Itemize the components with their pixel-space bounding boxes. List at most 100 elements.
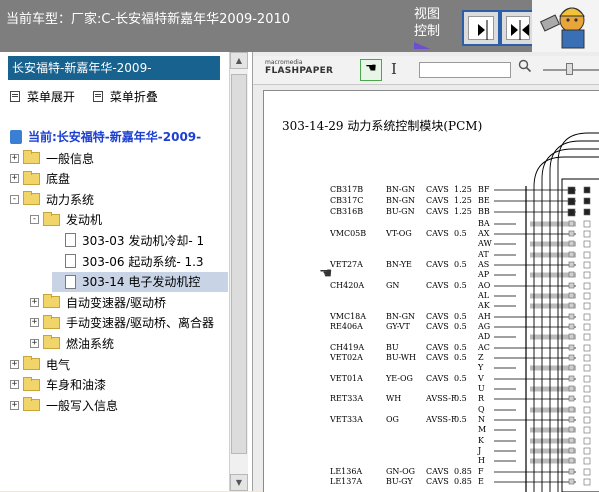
search-input[interactable] xyxy=(419,62,511,78)
connector-cavity xyxy=(568,457,575,464)
connector-cavity xyxy=(568,468,575,475)
tree-item[interactable]: + 自动变速器/驱动桥 xyxy=(30,292,228,312)
scroll-down-icon[interactable]: ▼ xyxy=(230,474,248,491)
connector-cavity xyxy=(568,313,575,320)
tree-item[interactable]: - 动力系统 xyxy=(10,189,228,209)
tree-root-label: 当前:长安福特-新嘉年华-2009- xyxy=(28,130,202,144)
connector-cavity xyxy=(583,426,591,434)
connector-cavity xyxy=(568,437,575,444)
connector-cavity xyxy=(568,230,575,237)
folder-icon xyxy=(43,335,60,350)
expand-toggle-icon[interactable]: + xyxy=(10,153,19,163)
expand-toggle-icon[interactable]: + xyxy=(10,400,19,410)
expand-toggle-icon[interactable]: + xyxy=(30,297,39,307)
connector-cavity xyxy=(583,416,591,424)
tree-item[interactable]: + 燃油系统 xyxy=(30,333,228,353)
expand-menu-button[interactable]: 菜单展开 xyxy=(10,88,75,105)
expand-toggle-icon[interactable]: + xyxy=(30,338,39,348)
arrow-right-icon xyxy=(478,20,488,40)
expand-toggle-icon[interactable]: + xyxy=(10,380,19,390)
zoom-slider-knob[interactable] xyxy=(566,63,573,75)
connector-cavity xyxy=(568,385,575,392)
search-icon[interactable] xyxy=(518,59,532,77)
tree-item[interactable]: + 一般信息 xyxy=(10,148,228,168)
tree-item-label: 发动机 xyxy=(66,213,103,228)
connector-cavity xyxy=(583,344,591,352)
navigation-sidebar: 长安福特-新嘉年华-2009- 菜单展开 菜单折叠 当前:长安福特-新嘉年华-2… xyxy=(0,52,253,491)
top-bar: 当前车型：厂家:C-长安福特新嘉年华2009-2010 视图控制 xyxy=(0,0,599,52)
document-icon xyxy=(65,274,76,289)
folder-icon xyxy=(43,211,60,226)
expand-toggle-icon[interactable]: + xyxy=(30,318,39,328)
hand-tool-button[interactable]: ☚ xyxy=(360,59,382,81)
connector-cavity xyxy=(583,364,591,372)
document-icon xyxy=(65,233,76,248)
magnifier-icon xyxy=(518,59,532,73)
document-viewer: macromedia FLASHPAPER ☚ I 303-14-29 动力系统… xyxy=(253,52,599,492)
connector-cavity xyxy=(583,271,591,279)
tree-item-label: 动力系统 xyxy=(46,192,95,207)
connector-cavity xyxy=(583,385,591,393)
document-icon xyxy=(65,254,76,268)
connector-cavity xyxy=(568,375,575,382)
tree-item[interactable]: + 手动变速器/驱动桥、离合器 xyxy=(30,313,228,333)
scrollbar-thumb[interactable] xyxy=(231,74,247,454)
expand-toggle-icon[interactable]: + xyxy=(10,174,19,184)
connector-cavity xyxy=(583,437,591,445)
view-control-flag xyxy=(414,42,430,49)
connector-cavity xyxy=(568,302,575,309)
connector-cavity xyxy=(583,333,591,341)
connector-cavity xyxy=(568,478,575,485)
flashpaper-logo: macromedia FLASHPAPER xyxy=(265,59,333,76)
tree-item-label: 303-03 发动机冷却- 1 xyxy=(82,233,205,248)
sidebar-scrollbar[interactable]: ▲ ▼ xyxy=(229,52,248,491)
connector-cavity xyxy=(583,323,591,331)
connector-cavity xyxy=(583,395,591,403)
tree-item[interactable]: - 发动机 xyxy=(30,210,228,230)
connector-cavity xyxy=(568,416,575,423)
folder-icon xyxy=(23,191,40,206)
tree-item[interactable]: 303-03 发动机冷却- 1 xyxy=(52,230,228,250)
connector-cavity xyxy=(583,468,591,476)
connector-cavity xyxy=(568,271,575,278)
tree-item-label: 车身和油漆 xyxy=(46,378,107,393)
tree-item[interactable]: 303-06 起动系统- 1.3 xyxy=(52,251,228,271)
single-pane-view-button[interactable] xyxy=(462,10,500,46)
tree-item[interactable]: + 电气 xyxy=(10,354,228,374)
connector-cavity xyxy=(568,333,575,340)
tree-item-label: 燃油系统 xyxy=(66,336,115,351)
collapse-menu-button[interactable]: 菜单折叠 xyxy=(92,88,158,105)
scroll-up-icon[interactable]: ▲ xyxy=(230,52,248,69)
folder-icon xyxy=(23,356,40,370)
tree-item-label: 电气 xyxy=(46,357,71,372)
connector-cavity xyxy=(583,261,591,269)
folder-icon xyxy=(23,150,40,164)
text-select-tool-button[interactable]: I xyxy=(391,60,397,78)
tree-item[interactable]: + 底盘 xyxy=(10,169,228,189)
expand-icon xyxy=(10,91,20,102)
connector-cavity xyxy=(583,292,591,300)
tree-item[interactable]: + 车身和油漆 xyxy=(10,375,228,395)
connector-cavity xyxy=(568,364,575,371)
split-pane-view-button[interactable] xyxy=(500,10,536,46)
folder-icon xyxy=(43,314,60,329)
collapse-toggle-icon[interactable]: - xyxy=(10,194,19,204)
connector-diagram xyxy=(494,132,599,492)
connector-cavity xyxy=(583,282,591,290)
tree-item[interactable]: + 一般写入信息 xyxy=(10,395,228,415)
tree-item-label: 303-06 起动系统- 1.3 xyxy=(82,254,204,269)
split-arrows-icon xyxy=(511,20,529,40)
connector-cavity xyxy=(583,406,591,414)
tree-item[interactable]: 303-14 电子发动机控 xyxy=(52,271,228,292)
connector-cavity xyxy=(583,208,591,216)
expand-toggle-icon[interactable]: + xyxy=(10,359,19,369)
tree-item-label: 一般信息 xyxy=(46,151,95,166)
connector-cavity xyxy=(567,208,576,217)
connector-cavity xyxy=(583,197,591,205)
tree-root[interactable]: 当前:长安福特-新嘉年华-2009- xyxy=(10,128,201,145)
folder-icon xyxy=(23,376,40,391)
collapse-toggle-icon[interactable]: - xyxy=(30,215,39,225)
flashpaper-toolbar: macromedia FLASHPAPER ☚ I xyxy=(253,56,599,85)
connector-cavity xyxy=(583,313,591,321)
connector-cavity xyxy=(567,197,576,206)
